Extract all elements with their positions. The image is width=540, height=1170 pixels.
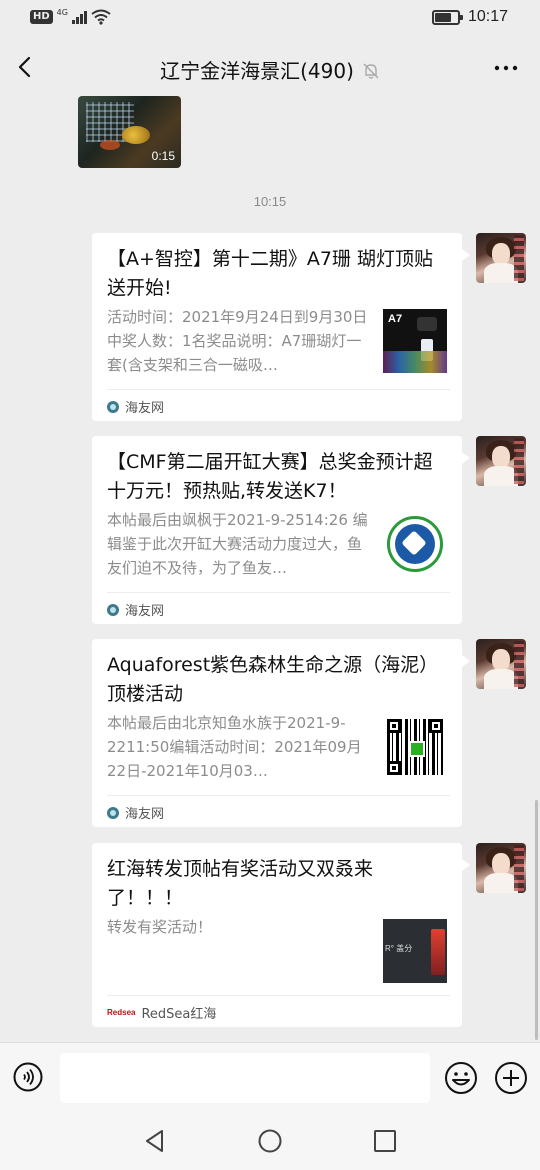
card-description: 转发有奖活动！ bbox=[107, 918, 213, 936]
card-source: 海友网 bbox=[107, 795, 450, 829]
card-thumbnail: A7 bbox=[383, 309, 447, 373]
avatar[interactable] bbox=[476, 639, 526, 689]
card-thumbnail: R° 盖分 bbox=[383, 919, 447, 983]
network-type: 4G bbox=[56, 7, 68, 17]
redsea-logo-icon: Redsea bbox=[107, 1008, 136, 1017]
source-icon bbox=[107, 806, 119, 819]
message-timestamp: 10:15 bbox=[253, 194, 287, 209]
source-name: 海友网 bbox=[125, 401, 165, 416]
qr-code-thumbnail bbox=[383, 715, 447, 779]
scrollbar[interactable] bbox=[535, 800, 538, 1040]
signal-icon bbox=[71, 10, 87, 24]
card-source: 海友网 bbox=[107, 592, 450, 626]
link-card[interactable]: 【A+智控】第十二期》A7珊 瑚灯顶贴送开始! 活动时间：2021年9月24日到… bbox=[92, 233, 470, 423]
battery-icon bbox=[431, 9, 463, 25]
card-source: 海友网 bbox=[107, 389, 450, 423]
hd-badge: HD bbox=[30, 10, 53, 24]
source-name: 海友网 bbox=[125, 807, 165, 822]
avatar[interactable] bbox=[476, 843, 526, 893]
square-recent-icon[interactable] bbox=[372, 1128, 398, 1154]
input-bar bbox=[0, 1042, 540, 1113]
card-title: Aquaforest紫色森林生命之源（海泥）顶楼活动 bbox=[107, 654, 439, 705]
card-title: 【CMF第二届开缸大赛】总奖金预计超十万元！预热贴,转发送K7！ bbox=[107, 451, 433, 502]
plus-circle-icon[interactable] bbox=[494, 1061, 528, 1095]
avatar[interactable] bbox=[476, 233, 526, 283]
circle-home-icon[interactable] bbox=[257, 1128, 283, 1154]
bell-off-icon bbox=[363, 63, 379, 79]
message-list[interactable]: 0:15 10:15 【A+智控】第十二期》A7珊 瑚灯顶贴送开始! 活动时间：… bbox=[0, 96, 540, 1042]
voice-icon[interactable] bbox=[13, 1062, 43, 1092]
chat-title: 辽宁金洋海景汇(490) bbox=[160, 59, 354, 83]
video-message[interactable]: 0:15 bbox=[78, 96, 181, 168]
source-icon bbox=[107, 603, 119, 616]
chat-header: 辽宁金洋海景汇(490) bbox=[0, 40, 540, 96]
wifi-icon bbox=[91, 9, 111, 25]
card-source: Redsea RedSea红海 bbox=[107, 995, 450, 1029]
card-description: 活动时间：2021年9月24日到9月30日中奖人数：1名奖品说明：A7珊瑚灯一套… bbox=[107, 308, 368, 374]
card-title: 【A+智控】第十二期》A7珊 瑚灯顶贴送开始! bbox=[107, 248, 434, 299]
card-description: 本帖最后由北京知鱼水族于2021-9-2211:50编辑活动时间：2021年09… bbox=[107, 714, 362, 780]
emoji-icon[interactable] bbox=[444, 1061, 478, 1095]
more-icon[interactable] bbox=[492, 54, 520, 82]
card-title: 红海转发顶帖有奖活动又双叒来了！！！ bbox=[107, 858, 374, 909]
link-card[interactable]: 【CMF第二届开缸大赛】总奖金预计超十万元！预热贴,转发送K7！ 本帖最后由飒枫… bbox=[92, 436, 470, 626]
thumbnail-label: A7 bbox=[388, 313, 403, 325]
status-bar: HD 4G 10:17 bbox=[0, 0, 540, 38]
card-thumbnail bbox=[383, 512, 447, 576]
link-card[interactable]: Aquaforest紫色森林生命之源（海泥）顶楼活动 本帖最后由北京知鱼水族于2… bbox=[92, 639, 470, 829]
system-nav-bar bbox=[0, 1112, 540, 1170]
triangle-back-icon[interactable] bbox=[142, 1128, 168, 1154]
thumbnail-label: R° 盖分 bbox=[385, 944, 413, 953]
source-name: RedSea红海 bbox=[141, 1007, 217, 1022]
message-input[interactable] bbox=[60, 1053, 430, 1103]
source-icon bbox=[107, 400, 119, 413]
link-card[interactable]: 红海转发顶帖有奖活动又双叒来了！！！ 转发有奖活动！ R° 盖分 Redsea … bbox=[92, 843, 470, 1029]
avatar[interactable] bbox=[476, 436, 526, 486]
card-description: 本帖最后由飒枫于2021-9-2514:26 编辑鉴于此次开缸大赛活动力度过大，… bbox=[107, 511, 368, 577]
source-name: 海友网 bbox=[125, 604, 165, 619]
video-duration: 0:15 bbox=[151, 149, 175, 163]
status-time: 10:17 bbox=[467, 8, 508, 25]
